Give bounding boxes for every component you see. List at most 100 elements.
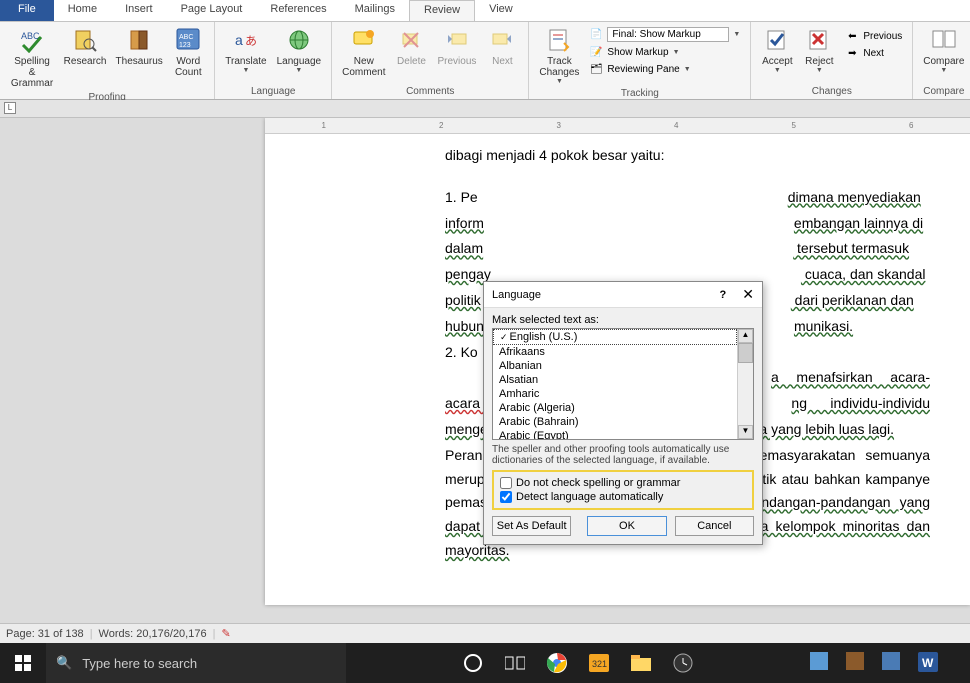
ok-button[interactable]: OK: [587, 516, 666, 536]
list-item[interactable]: Arabic (Algeria): [493, 401, 737, 415]
reviewing-pane-button[interactable]: 🗂 Reviewing Pane ▼: [585, 61, 744, 77]
reviewing-pane-icon: 🗂: [589, 62, 603, 76]
horizontal-ruler[interactable]: 1 2 3 4 5 6: [265, 118, 970, 134]
new-comment-button[interactable]: New Comment: [338, 24, 389, 80]
chevron-down-icon: ▼: [816, 67, 823, 74]
display-for-review-dropdown[interactable]: 📄 Final: Show Markup ▼: [585, 26, 744, 43]
spelling-grammar-button[interactable]: ABC Spelling & Grammar: [6, 24, 58, 91]
chevron-down-icon: ▼: [940, 67, 947, 74]
accept-button[interactable]: Accept ▼: [757, 24, 797, 76]
language-button[interactable]: Language ▼: [273, 24, 326, 76]
mark-selected-label: Mark selected text as:: [492, 314, 754, 326]
list-item[interactable]: Arabic (Bahrain): [493, 415, 737, 429]
previous-icon: ⬅: [845, 29, 859, 43]
task-view-icon[interactable]: [502, 650, 528, 676]
word-app-icon[interactable]: W: [918, 652, 940, 674]
svg-text:a: a: [235, 32, 243, 48]
do-not-check-spelling-checkbox[interactable]: Do not check spelling or grammar: [500, 476, 746, 490]
group-comments: New Comment Delete Previous Next Comment…: [332, 22, 529, 99]
dialog-titlebar[interactable]: Language ? ✕: [484, 282, 762, 308]
list-item[interactable]: English (U.S.): [493, 329, 737, 345]
reject-button[interactable]: Reject ▼: [799, 24, 839, 76]
scroll-up-icon[interactable]: ▲: [738, 329, 753, 343]
checkbox-input[interactable]: [500, 477, 512, 489]
scroll-thumb[interactable]: [738, 343, 753, 363]
list-item[interactable]: Alsatian: [493, 373, 737, 387]
ruler-corner-icon: L: [4, 102, 16, 114]
track-changes-icon: [545, 26, 573, 54]
tray-app-icon[interactable]: [846, 652, 868, 674]
spelling-label: Spelling & Grammar: [10, 56, 54, 89]
set-as-default-button[interactable]: Set As Default: [492, 516, 571, 536]
chevron-down-icon: ▼: [242, 67, 249, 74]
cancel-button[interactable]: Cancel: [675, 516, 754, 536]
tab-insert[interactable]: Insert: [111, 0, 167, 21]
cortana-icon[interactable]: [460, 650, 486, 676]
chevron-down-icon: ▼: [774, 67, 781, 74]
translate-icon: aあ: [232, 26, 260, 54]
previous-change-button[interactable]: ⬅ Previous: [841, 28, 906, 44]
clock-icon[interactable]: [670, 650, 696, 676]
tab-references[interactable]: References: [256, 0, 340, 21]
globe-icon: [285, 26, 313, 54]
start-button[interactable]: [0, 643, 46, 683]
wordcount-icon: ABC123: [174, 26, 202, 54]
close-icon[interactable]: ✕: [742, 286, 754, 303]
taskbar-search[interactable]: 🔍 Type here to search: [46, 643, 346, 683]
svg-text:あ: あ: [245, 34, 257, 48]
search-placeholder: Type here to search: [82, 656, 197, 671]
ribbon: ABC Spelling & Grammar Research Thesauru…: [0, 22, 970, 100]
tab-mailings[interactable]: Mailings: [341, 0, 409, 21]
tray-app-icon[interactable]: [882, 652, 904, 674]
doc-line: dibagi menjadi 4 pokok besar yaitu:: [445, 144, 930, 168]
compare-button[interactable]: Compare ▼: [919, 24, 968, 76]
media-player-icon[interactable]: 321: [586, 650, 612, 676]
research-button[interactable]: Research: [60, 24, 110, 69]
checkbox-input[interactable]: [500, 491, 512, 503]
scroll-track[interactable]: [738, 363, 753, 425]
help-icon[interactable]: ?: [720, 289, 727, 301]
proofing-status-icon[interactable]: ✎: [221, 627, 230, 640]
chevron-down-icon: ▼: [684, 66, 691, 73]
show-markup-button[interactable]: 📝 Show Markup ▼: [585, 44, 744, 60]
tab-pagelayout[interactable]: Page Layout: [167, 0, 257, 21]
tab-home[interactable]: Home: [54, 0, 111, 21]
delete-icon: [397, 26, 425, 54]
page-indicator[interactable]: Page: 31 of 138: [6, 628, 84, 640]
translate-button[interactable]: aあ Translate ▼: [221, 24, 270, 76]
list-item[interactable]: Amharic: [493, 387, 737, 401]
next-comment-button[interactable]: Next: [482, 24, 522, 69]
list-item[interactable]: Albanian: [493, 359, 737, 373]
detect-language-checkbox[interactable]: Detect language automatically: [500, 490, 746, 504]
search-icon: 🔍: [56, 655, 72, 671]
language-listbox[interactable]: English (U.S.) Afrikaans Albanian Alsati…: [492, 328, 754, 440]
language-dialog: Language ? ✕ Mark selected text as: Engl…: [483, 281, 763, 545]
accept-icon: [763, 26, 791, 54]
windows-taskbar: 🔍 Type here to search 321 W: [0, 643, 970, 683]
chrome-icon[interactable]: [544, 650, 570, 676]
previous-icon: [443, 26, 471, 54]
tray-app-icon[interactable]: [810, 652, 832, 674]
scrollbar[interactable]: ▲ ▼: [737, 329, 753, 439]
research-icon: [71, 26, 99, 54]
word-count-indicator[interactable]: Words: 20,176/20,176: [99, 628, 207, 640]
tab-file[interactable]: File: [0, 0, 54, 21]
thesaurus-button[interactable]: Thesaurus: [112, 24, 166, 69]
file-explorer-icon[interactable]: [628, 650, 654, 676]
document-workspace: 1 2 3 4 5 6 dibagi menjadi 4 pokok besar…: [0, 118, 970, 638]
reject-icon: [805, 26, 833, 54]
tab-review[interactable]: Review: [409, 0, 475, 21]
next-change-button[interactable]: ➡ Next: [841, 45, 906, 61]
list-item[interactable]: Arabic (Egypt): [493, 429, 737, 439]
tab-view[interactable]: View: [475, 0, 527, 21]
new-comment-icon: [350, 26, 378, 54]
doc-line: informembangan lainnya di: [445, 212, 930, 236]
previous-comment-button[interactable]: Previous: [433, 24, 480, 69]
list-item[interactable]: Afrikaans: [493, 345, 737, 359]
dropdown-icon: 📄: [589, 28, 603, 42]
scroll-down-icon[interactable]: ▼: [738, 425, 753, 439]
delete-comment-button[interactable]: Delete: [391, 24, 431, 69]
word-count-button[interactable]: ABC123 Word Count: [168, 24, 208, 80]
track-changes-button[interactable]: Track Changes ▼: [535, 24, 583, 87]
thesaurus-icon: [125, 26, 153, 54]
